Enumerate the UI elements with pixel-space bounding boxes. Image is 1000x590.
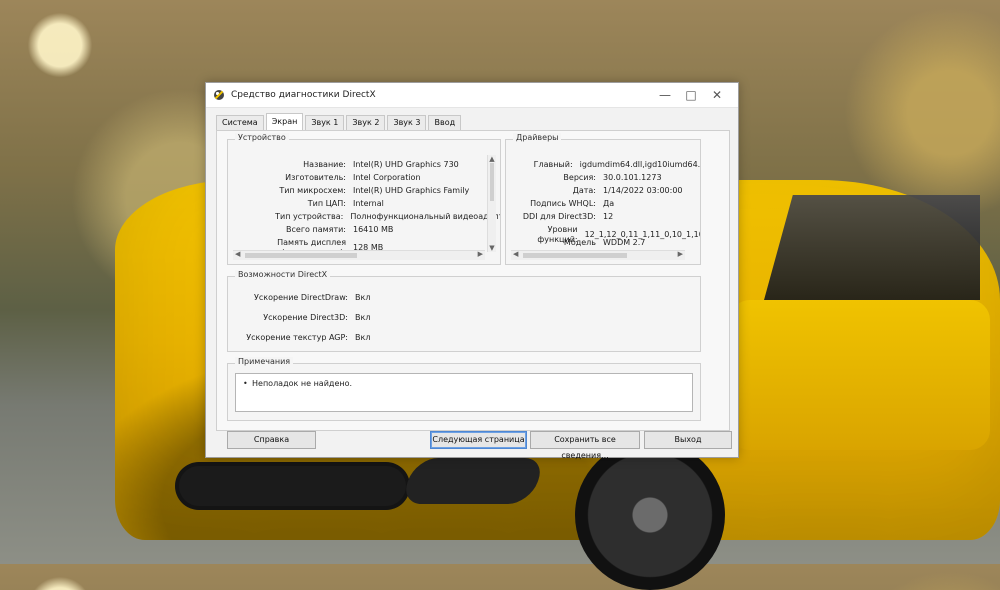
tab-sound-3[interactable]: Звук 3	[387, 115, 427, 130]
device-row-total-memory: Всего памяти: 16410 MB	[228, 225, 500, 235]
device-dac-type-value: Internal	[353, 199, 384, 208]
driver-model-value: WDDM 2.7	[603, 238, 646, 247]
driver-row-model: Модель WDDM 2.7	[506, 238, 700, 248]
scroll-left-icon[interactable]: ◀	[235, 250, 240, 258]
device-horizontal-scroll-thumb[interactable]	[245, 253, 357, 258]
directdraw-acceleration-value: Вкл	[355, 293, 371, 302]
exit-button[interactable]: Выход	[644, 431, 732, 449]
device-vertical-scrollbar[interactable]: ▲ ▼	[487, 155, 496, 252]
directx-icon	[214, 90, 224, 100]
driver-whql-value: Да	[603, 199, 615, 208]
drivers-scroll-left-icon[interactable]: ◀	[513, 250, 518, 258]
drivers-horizontal-scrollbar[interactable]: ◀ ▶	[511, 250, 685, 260]
dialog-footer: Справка Следующая страница Сохранить все…	[206, 431, 738, 460]
drivers-group-title: Драйверы	[513, 133, 562, 142]
driver-model-label: Модель	[563, 238, 596, 247]
tab-strip: Система Экран Звук 1 Звук 2 Звук 3 Ввод	[216, 113, 462, 130]
driver-row-whql: Подпись WHQL: Да	[506, 199, 700, 209]
maximize-icon[interactable]: □	[678, 83, 704, 107]
driver-row-ddi: DDI для Direct3D: 12	[506, 212, 700, 222]
device-dac-type-label: Тип ЦАП:	[307, 199, 346, 208]
tab-sound-1[interactable]: Звук 1	[305, 115, 345, 130]
direct3d-acceleration-row: Ускорение Direct3D: Вкл	[228, 313, 700, 323]
device-row-name: Название: Intel(R) UHD Graphics 730	[228, 160, 500, 170]
device-row-chip-type: Тип микросхем: Intel(R) UHD Graphics Fam…	[228, 186, 500, 196]
driver-main-value: igdumdim64.dll,igd10iumd64.dll,igd10iu	[579, 160, 700, 169]
notes-group: Примечания • Неполадок не найдено.	[227, 357, 701, 421]
device-group-title: Устройство	[235, 133, 289, 142]
device-total-memory-label: Всего памяти:	[286, 225, 346, 234]
driver-date-label: Дата:	[572, 186, 596, 195]
driver-ddi-value: 12	[603, 212, 614, 221]
device-group: Устройство Название: Intel(R) UHD Graphi…	[227, 133, 501, 265]
tab-system[interactable]: Система	[216, 115, 264, 130]
device-chip-type-label: Тип микросхем:	[279, 186, 346, 195]
device-chip-type-value: Intel(R) UHD Graphics Family	[353, 186, 470, 195]
help-button[interactable]: Справка	[227, 431, 316, 449]
driver-row-main: Главный: igdumdim64.dll,igd10iumd64.dll,…	[506, 160, 700, 170]
agp-texture-acceleration-label: Ускорение текстур AGP:	[246, 333, 348, 342]
driver-date-value: 1/14/2022 03:00:00	[603, 186, 683, 195]
notes-bullet: •	[243, 379, 248, 388]
notes-title: Примечания	[235, 357, 294, 366]
window-titlebar[interactable]: Средство диагностики DirectX — □ ✕	[206, 83, 738, 108]
tab-sound-2[interactable]: Звук 2	[346, 115, 386, 130]
scroll-right-icon[interactable]: ▶	[478, 250, 483, 258]
driver-row-date: Дата: 1/14/2022 03:00:00	[506, 186, 700, 196]
device-name-label: Название:	[303, 160, 346, 169]
driver-row-version: Версия: 30.0.101.1273	[506, 173, 700, 183]
direct3d-acceleration-value: Вкл	[355, 313, 371, 322]
next-page-button[interactable]: Следующая страница	[430, 431, 527, 449]
background-car-side-panel	[730, 300, 990, 450]
device-row-device-type: Тип устройства: Полнофункциональный виде…	[228, 212, 500, 222]
tab-display[interactable]: Экран	[265, 113, 304, 130]
close-icon[interactable]: ✕	[704, 83, 730, 107]
display-tab-content: Устройство Название: Intel(R) UHD Graphi…	[216, 130, 730, 431]
drivers-horizontal-scroll-thumb[interactable]	[523, 253, 627, 258]
driver-version-label: Версия:	[563, 173, 596, 182]
background-car-grill	[175, 462, 410, 510]
driver-whql-label: Подпись WHQL:	[530, 199, 596, 208]
device-horizontal-scrollbar[interactable]: ◀ ▶	[233, 250, 485, 260]
device-scroll-thumb[interactable]	[490, 163, 494, 201]
background-car-lower-grill	[399, 458, 547, 504]
directdraw-acceleration-label: Ускорение DirectDraw:	[254, 293, 348, 302]
device-device-type-label: Тип устройства:	[275, 212, 344, 221]
save-all-information-button[interactable]: Сохранить все сведения...	[530, 431, 640, 460]
drivers-scroll-right-icon[interactable]: ▶	[678, 250, 683, 258]
drivers-group: Драйверы Главный: igdumdim64.dll,igd10iu…	[505, 133, 701, 265]
directx-features-title: Возможности DirectX	[235, 270, 331, 279]
device-total-memory-value: 16410 MB	[353, 225, 394, 234]
direct3d-acceleration-label: Ускорение Direct3D:	[263, 313, 348, 322]
device-row-dac-type: Тип ЦАП: Internal	[228, 199, 500, 209]
window-title: Средство диагностики DirectX	[231, 90, 376, 100]
driver-ddi-label: DDI для Direct3D:	[522, 212, 596, 221]
directx-diagnostic-window: Средство диагностики DirectX — □ ✕ Систе…	[205, 82, 739, 460]
device-device-type-value: Полнофункциональный видеоадапт	[350, 212, 500, 221]
scroll-up-icon[interactable]: ▲	[488, 155, 496, 163]
driver-main-label: Главный:	[533, 160, 573, 169]
scroll-down-icon[interactable]: ▼	[488, 244, 496, 252]
agp-texture-acceleration-value: Вкл	[355, 333, 371, 342]
minimize-icon[interactable]: —	[652, 83, 678, 107]
device-manufacturer-label: Изготовитель:	[285, 173, 346, 182]
directdraw-acceleration-row: Ускорение DirectDraw: Вкл	[228, 293, 700, 303]
tab-input[interactable]: Ввод	[428, 115, 462, 130]
notes-box: • Неполадок не найдено.	[235, 373, 693, 412]
notes-text: Неполадок не найдено.	[252, 379, 353, 388]
device-row-manufacturer: Изготовитель: Intel Corporation	[228, 173, 500, 183]
agp-texture-acceleration-row: Ускорение текстур AGP: Вкл	[228, 333, 700, 343]
device-manufacturer-value: Intel Corporation	[353, 173, 421, 182]
directx-features-group: Возможности DirectX Ускорение DirectDraw…	[227, 270, 701, 352]
device-name-value: Intel(R) UHD Graphics 730	[353, 160, 459, 169]
driver-version-value: 30.0.101.1273	[603, 173, 662, 182]
